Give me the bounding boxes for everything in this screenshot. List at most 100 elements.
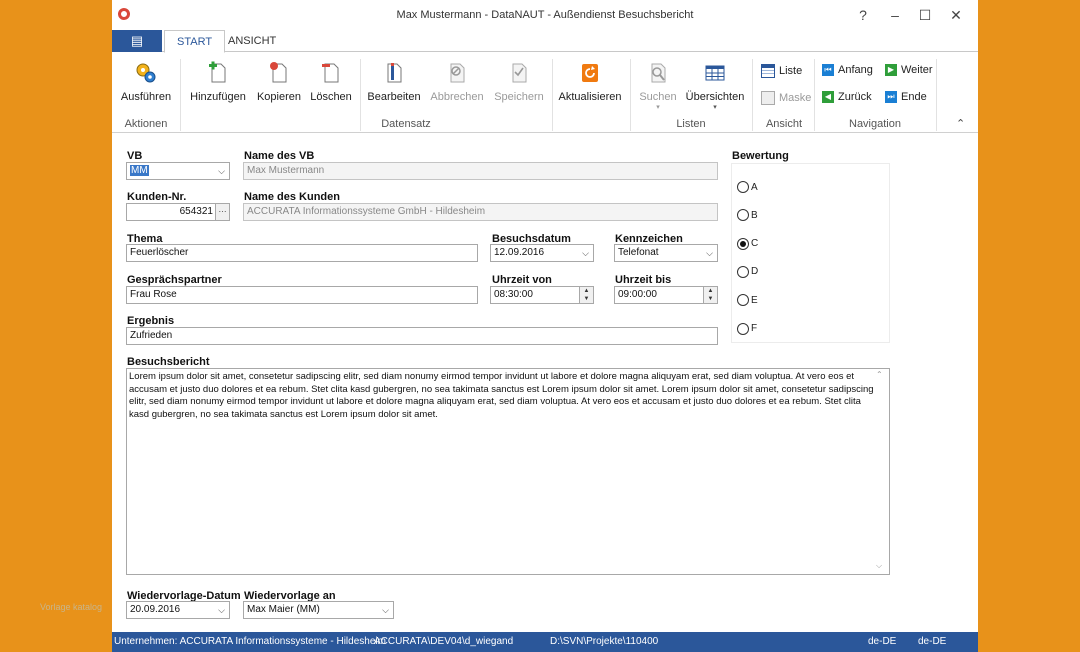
mask-view-button[interactable]: Maske bbox=[761, 91, 811, 105]
list-label: Liste bbox=[779, 65, 803, 77]
vb-name-field[interactable]: Max Mustermann bbox=[243, 162, 718, 180]
report-textarea[interactable]: Lorem ipsum dolor sit amet, consetetur s… bbox=[126, 368, 890, 575]
copy-label: Kopieren bbox=[256, 91, 302, 103]
back-button[interactable]: ◀ Zurück bbox=[822, 91, 872, 103]
overviews-button[interactable]: Übersichten ▾ bbox=[684, 53, 746, 111]
time-from-label: Uhrzeit von bbox=[492, 274, 552, 286]
customer-lookup-button[interactable]: ··· bbox=[215, 204, 229, 220]
minimize-button[interactable]: – bbox=[882, 6, 908, 24]
close-button[interactable]: ✕ bbox=[943, 6, 969, 24]
next-label: Weiter bbox=[901, 64, 933, 76]
rating-option-f[interactable]: F bbox=[737, 322, 758, 335]
edit-record-icon bbox=[387, 63, 402, 83]
save-button[interactable]: Speichern bbox=[492, 53, 546, 103]
chevron-down-icon: ▾ bbox=[656, 104, 660, 111]
first-button[interactable]: ⏮ Anfang bbox=[822, 64, 873, 76]
first-label: Anfang bbox=[838, 64, 873, 76]
time-to-label: Uhrzeit bis bbox=[615, 274, 672, 286]
delete-button[interactable]: Löschen bbox=[308, 53, 354, 103]
rating-option-label: F bbox=[751, 323, 758, 334]
chevron-down-icon: ⌵ bbox=[218, 166, 225, 176]
rating-radio[interactable] bbox=[737, 322, 749, 335]
last-button[interactable]: ⏭ Ende bbox=[885, 91, 927, 103]
rating-radio[interactable] bbox=[737, 209, 749, 222]
delete-label: Löschen bbox=[310, 91, 352, 103]
time-from-field[interactable]: 08:30:00 ▲ ▼ bbox=[490, 286, 594, 304]
add-label: Hinzufügen bbox=[190, 91, 246, 103]
report-scrollbar[interactable] bbox=[875, 369, 889, 574]
group-record-label: Datensatz bbox=[381, 118, 431, 130]
scroll-up-icon[interactable]: ⌃ bbox=[876, 370, 883, 379]
followup-to-select[interactable]: Max Maier (MM) ⌵ bbox=[243, 601, 394, 619]
add-record-icon bbox=[209, 61, 226, 83]
list-view-button[interactable]: Liste bbox=[761, 64, 802, 78]
title-bar: Max Mustermann - DataNAUT - Außendienst … bbox=[112, 0, 978, 30]
mark-select[interactable]: Telefonat ⌵ bbox=[614, 244, 718, 262]
result-field[interactable]: Zufrieden bbox=[126, 327, 718, 345]
collapse-ribbon-icon[interactable]: ⌃ bbox=[956, 117, 965, 130]
run-label: Ausführen bbox=[120, 91, 172, 103]
next-record-icon: ▶ bbox=[885, 64, 897, 76]
time-from-spinner[interactable]: ▲ ▼ bbox=[579, 287, 593, 303]
ribbon-separator bbox=[814, 59, 815, 131]
save-record-icon bbox=[512, 63, 527, 83]
rating-radio[interactable] bbox=[737, 181, 749, 193]
refresh-label: Aktualisieren bbox=[558, 91, 622, 103]
chevron-down-icon: ⌵ bbox=[218, 605, 225, 615]
time-to-value: 09:00:00 bbox=[618, 289, 657, 300]
report-text: Lorem ipsum dolor sit amet, consetetur s… bbox=[129, 371, 874, 420]
rating-option-d[interactable]: D bbox=[737, 265, 759, 278]
followup-date-picker[interactable]: 20.09.2016 ⌵ bbox=[126, 601, 230, 619]
group-view-label: Ansicht bbox=[765, 118, 803, 130]
search-label: Suchen bbox=[639, 91, 677, 103]
help-button[interactable]: ? bbox=[850, 6, 876, 24]
rating-option-a[interactable]: A bbox=[737, 181, 758, 193]
search-icon bbox=[651, 63, 666, 83]
contact-field[interactable]: Frau Rose bbox=[126, 286, 478, 304]
search-button[interactable]: Suchen ▾ bbox=[636, 53, 680, 111]
rating-option-b[interactable]: B bbox=[737, 209, 758, 222]
maximize-button[interactable]: ☐ bbox=[912, 6, 938, 24]
report-label: Besuchsbericht bbox=[127, 356, 210, 368]
scroll-down-icon[interactable]: ⌵ bbox=[876, 561, 882, 571]
rating-radio[interactable] bbox=[737, 237, 749, 250]
ribbon-separator bbox=[752, 59, 753, 131]
rating-option-e[interactable]: E bbox=[737, 294, 758, 307]
rating-label: Bewertung bbox=[732, 150, 789, 162]
edit-button[interactable]: Bearbeiten bbox=[366, 53, 422, 103]
copy-button[interactable]: Kopieren bbox=[254, 53, 304, 103]
refresh-button[interactable]: Aktualisieren bbox=[558, 53, 622, 103]
cancel-button[interactable]: Abbrechen bbox=[428, 53, 486, 103]
mask-icon bbox=[761, 91, 775, 105]
save-label: Speichern bbox=[494, 91, 544, 103]
edit-label: Bearbeiten bbox=[367, 91, 421, 103]
back-label: Zurück bbox=[838, 91, 872, 103]
chevron-down-icon: ⌵ bbox=[706, 248, 713, 258]
customer-no-value: 654321 bbox=[179, 206, 213, 217]
add-button[interactable]: Hinzufügen bbox=[188, 53, 248, 103]
customer-name-field[interactable]: ACCURATA Informationssysteme GmbH - Hild… bbox=[243, 203, 718, 221]
tab-view[interactable]: ANSICHT bbox=[216, 30, 288, 53]
run-button[interactable]: Ausführen bbox=[118, 53, 174, 103]
overview-table-icon bbox=[705, 65, 725, 81]
vb-value: MM bbox=[130, 165, 149, 176]
time-from-value: 08:30:00 bbox=[494, 289, 533, 300]
overviews-label: Übersichten bbox=[685, 91, 745, 103]
visit-date-picker[interactable]: 12.09.2016 ⌵ bbox=[490, 244, 594, 262]
vb-select[interactable]: MM ⌵ bbox=[126, 162, 230, 180]
run-gears-icon bbox=[136, 63, 156, 83]
rating-radio[interactable] bbox=[737, 265, 749, 278]
status-language: de-DE bbox=[868, 636, 897, 647]
group-lists-label: Listen bbox=[676, 118, 706, 130]
cancel-record-icon bbox=[450, 63, 465, 83]
mask-label: Maske bbox=[779, 92, 812, 104]
topic-field[interactable]: Feuerlöscher bbox=[126, 244, 478, 262]
rating-radio[interactable] bbox=[737, 294, 749, 307]
time-to-field[interactable]: 09:00:00 ▲ ▼ bbox=[614, 286, 718, 304]
rating-option-label: D bbox=[751, 266, 759, 278]
rating-option-c[interactable]: C bbox=[737, 237, 758, 250]
rating-option-label: E bbox=[751, 294, 758, 306]
time-to-spinner[interactable]: ▲ ▼ bbox=[703, 287, 717, 303]
tab-file[interactable]: ▤ bbox=[112, 30, 162, 52]
next-button[interactable]: ▶ Weiter bbox=[885, 64, 933, 76]
